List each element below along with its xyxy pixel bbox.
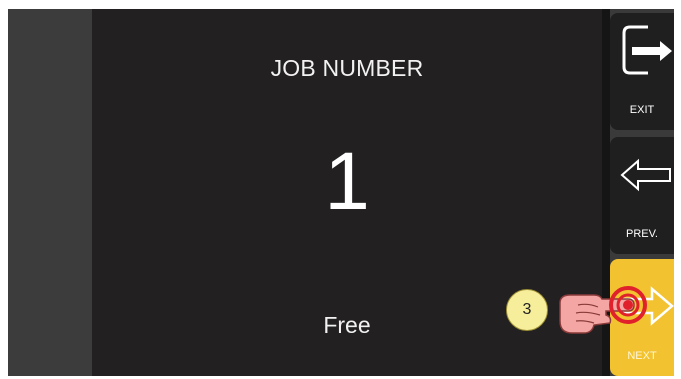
exit-button-label: EXIT bbox=[629, 104, 655, 116]
step-badge: 3 bbox=[506, 289, 548, 331]
job-number-value: 1 bbox=[324, 136, 370, 227]
page-title: JOB NUMBER bbox=[270, 55, 424, 81]
exit-button[interactable]: EXIT bbox=[610, 13, 674, 130]
pointing-hand-icon bbox=[559, 286, 647, 334]
arrow-left-outline-icon bbox=[620, 158, 671, 192]
exit-door-arrow-icon bbox=[622, 25, 672, 75]
left-strip bbox=[8, 9, 92, 376]
next-button-label: NEXT bbox=[627, 350, 657, 362]
prev-button[interactable]: PREV. bbox=[610, 137, 674, 254]
device-screen: JOB NUMBER 1 Free EXIT PREV. NEXT 3 bbox=[8, 9, 674, 376]
prev-button-label: PREV. bbox=[625, 228, 658, 240]
